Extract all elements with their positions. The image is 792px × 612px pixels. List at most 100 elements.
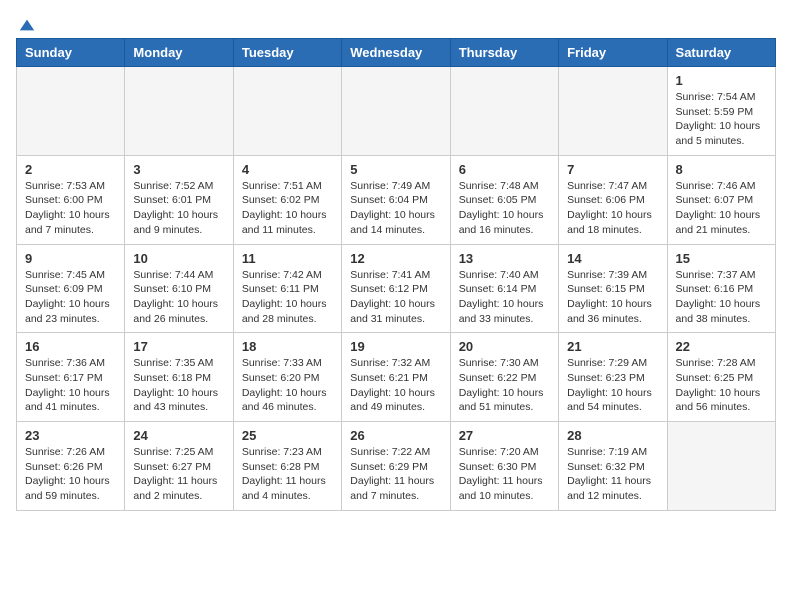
day-info: Sunrise: 7:22 AM Sunset: 6:29 PM Dayligh…	[350, 445, 441, 504]
day-number: 9	[25, 251, 116, 266]
day-cell: 16 Sunrise: 7:36 AM Sunset: 6:17 PM Dayli…	[17, 333, 125, 422]
day-number: 7	[567, 162, 658, 177]
col-header-sunday: Sunday	[17, 39, 125, 67]
day-cell: 24 Sunrise: 7:25 AM Sunset: 6:27 PM Dayli…	[125, 422, 233, 511]
day-number: 8	[676, 162, 767, 177]
day-cell: 22 Sunrise: 7:28 AM Sunset: 6:25 PM Dayli…	[667, 333, 775, 422]
day-number: 25	[242, 428, 333, 443]
day-cell: 27 Sunrise: 7:20 AM Sunset: 6:30 PM Dayli…	[450, 422, 558, 511]
day-info: Sunrise: 7:26 AM Sunset: 6:26 PM Dayligh…	[25, 445, 116, 504]
day-number: 11	[242, 251, 333, 266]
day-number: 22	[676, 339, 767, 354]
day-cell: 19Sunrise: 7:32 AM Sunset: 6:21 PM Dayli…	[342, 333, 450, 422]
day-info: Sunrise: 7:20 AM Sunset: 6:30 PM Dayligh…	[459, 445, 550, 504]
day-cell: 12 Sunrise: 7:41 AM Sunset: 6:12 PM Dayli…	[342, 244, 450, 333]
day-number: 18	[242, 339, 333, 354]
day-info: Sunrise: 7:48 AM Sunset: 6:05 PM Dayligh…	[459, 179, 550, 238]
page-header	[16, 16, 776, 28]
day-number: 13	[459, 251, 550, 266]
day-info: Sunrise: 7:30 AM Sunset: 6:22 PM Dayligh…	[459, 356, 550, 415]
day-info: Sunrise: 7:28 AM Sunset: 6:25 PM Dayligh…	[676, 356, 767, 415]
day-info: Sunrise: 7:32 AM Sunset: 6:21 PM Dayligh…	[350, 356, 441, 415]
day-cell: 7 Sunrise: 7:47 AM Sunset: 6:06 PM Daylig…	[559, 155, 667, 244]
week-row-3: 9 Sunrise: 7:45 AM Sunset: 6:09 PM Daylig…	[17, 244, 776, 333]
col-header-thursday: Thursday	[450, 39, 558, 67]
week-row-2: 2 Sunrise: 7:53 AM Sunset: 6:00 PM Daylig…	[17, 155, 776, 244]
week-row-5: 23 Sunrise: 7:26 AM Sunset: 6:26 PM Dayli…	[17, 422, 776, 511]
day-number: 26	[350, 428, 441, 443]
day-cell	[559, 67, 667, 156]
day-cell: 13 Sunrise: 7:40 AM Sunset: 6:14 PM Dayli…	[450, 244, 558, 333]
day-info: Sunrise: 7:51 AM Sunset: 6:02 PM Dayligh…	[242, 179, 333, 238]
day-number: 23	[25, 428, 116, 443]
day-info: Sunrise: 7:33 AM Sunset: 6:20 PM Dayligh…	[242, 356, 333, 415]
day-info: Sunrise: 7:47 AM Sunset: 6:06 PM Dayligh…	[567, 179, 658, 238]
col-header-wednesday: Wednesday	[342, 39, 450, 67]
day-info: Sunrise: 7:45 AM Sunset: 6:09 PM Dayligh…	[25, 268, 116, 327]
day-cell: 28 Sunrise: 7:19 AM Sunset: 6:32 PM Dayli…	[559, 422, 667, 511]
col-header-monday: Monday	[125, 39, 233, 67]
day-info: Sunrise: 7:23 AM Sunset: 6:28 PM Dayligh…	[242, 445, 333, 504]
day-info: Sunrise: 7:53 AM Sunset: 6:00 PM Dayligh…	[25, 179, 116, 238]
day-info: Sunrise: 7:25 AM Sunset: 6:27 PM Dayligh…	[133, 445, 224, 504]
day-number: 3	[133, 162, 224, 177]
day-number: 14	[567, 251, 658, 266]
day-cell: 23 Sunrise: 7:26 AM Sunset: 6:26 PM Dayli…	[17, 422, 125, 511]
day-cell	[17, 67, 125, 156]
day-cell: 11Sunrise: 7:42 AM Sunset: 6:11 PM Dayli…	[233, 244, 341, 333]
day-info: Sunrise: 7:54 AM Sunset: 5:59 PM Dayligh…	[676, 90, 767, 149]
day-cell: 3 Sunrise: 7:52 AM Sunset: 6:01 PM Daylig…	[125, 155, 233, 244]
calendar-table: SundayMondayTuesdayWednesdayThursdayFrid…	[16, 38, 776, 511]
day-info: Sunrise: 7:41 AM Sunset: 6:12 PM Dayligh…	[350, 268, 441, 327]
day-info: Sunrise: 7:35 AM Sunset: 6:18 PM Dayligh…	[133, 356, 224, 415]
day-cell: 26 Sunrise: 7:22 AM Sunset: 6:29 PM Dayli…	[342, 422, 450, 511]
day-info: Sunrise: 7:36 AM Sunset: 6:17 PM Dayligh…	[25, 356, 116, 415]
day-cell: 5 Sunrise: 7:49 AM Sunset: 6:04 PM Daylig…	[342, 155, 450, 244]
day-number: 1	[676, 73, 767, 88]
day-info: Sunrise: 7:46 AM Sunset: 6:07 PM Dayligh…	[676, 179, 767, 238]
day-cell: 4 Sunrise: 7:51 AM Sunset: 6:02 PM Daylig…	[233, 155, 341, 244]
day-cell	[125, 67, 233, 156]
day-number: 12	[350, 251, 441, 266]
day-cell: 8 Sunrise: 7:46 AM Sunset: 6:07 PM Daylig…	[667, 155, 775, 244]
day-number: 15	[676, 251, 767, 266]
week-row-1: 1 Sunrise: 7:54 AM Sunset: 5:59 PM Daylig…	[17, 67, 776, 156]
col-header-saturday: Saturday	[667, 39, 775, 67]
day-number: 20	[459, 339, 550, 354]
day-info: Sunrise: 7:37 AM Sunset: 6:16 PM Dayligh…	[676, 268, 767, 327]
logo-icon	[18, 16, 36, 34]
day-cell: 15 Sunrise: 7:37 AM Sunset: 6:16 PM Dayli…	[667, 244, 775, 333]
day-cell: 9 Sunrise: 7:45 AM Sunset: 6:09 PM Daylig…	[17, 244, 125, 333]
calendar-header-row: SundayMondayTuesdayWednesdayThursdayFrid…	[17, 39, 776, 67]
day-cell	[667, 422, 775, 511]
day-cell: 1 Sunrise: 7:54 AM Sunset: 5:59 PM Daylig…	[667, 67, 775, 156]
day-number: 27	[459, 428, 550, 443]
day-number: 16	[25, 339, 116, 354]
logo	[16, 16, 36, 28]
day-number: 24	[133, 428, 224, 443]
day-number: 10	[133, 251, 224, 266]
day-cell: 25 Sunrise: 7:23 AM Sunset: 6:28 PM Dayli…	[233, 422, 341, 511]
week-row-4: 16 Sunrise: 7:36 AM Sunset: 6:17 PM Dayli…	[17, 333, 776, 422]
col-header-tuesday: Tuesday	[233, 39, 341, 67]
day-number: 2	[25, 162, 116, 177]
day-number: 28	[567, 428, 658, 443]
day-info: Sunrise: 7:40 AM Sunset: 6:14 PM Dayligh…	[459, 268, 550, 327]
col-header-friday: Friday	[559, 39, 667, 67]
day-cell: 18 Sunrise: 7:33 AM Sunset: 6:20 PM Dayli…	[233, 333, 341, 422]
day-cell	[342, 67, 450, 156]
day-cell: 10Sunrise: 7:44 AM Sunset: 6:10 PM Dayli…	[125, 244, 233, 333]
day-number: 6	[459, 162, 550, 177]
day-number: 4	[242, 162, 333, 177]
day-cell: 20 Sunrise: 7:30 AM Sunset: 6:22 PM Dayli…	[450, 333, 558, 422]
day-cell: 17 Sunrise: 7:35 AM Sunset: 6:18 PM Dayli…	[125, 333, 233, 422]
day-info: Sunrise: 7:49 AM Sunset: 6:04 PM Dayligh…	[350, 179, 441, 238]
day-cell: 21Sunrise: 7:29 AM Sunset: 6:23 PM Dayli…	[559, 333, 667, 422]
day-number: 5	[350, 162, 441, 177]
day-info: Sunrise: 7:29 AM Sunset: 6:23 PM Dayligh…	[567, 356, 658, 415]
day-info: Sunrise: 7:52 AM Sunset: 6:01 PM Dayligh…	[133, 179, 224, 238]
day-number: 17	[133, 339, 224, 354]
day-cell	[233, 67, 341, 156]
day-cell	[450, 67, 558, 156]
day-info: Sunrise: 7:19 AM Sunset: 6:32 PM Dayligh…	[567, 445, 658, 504]
